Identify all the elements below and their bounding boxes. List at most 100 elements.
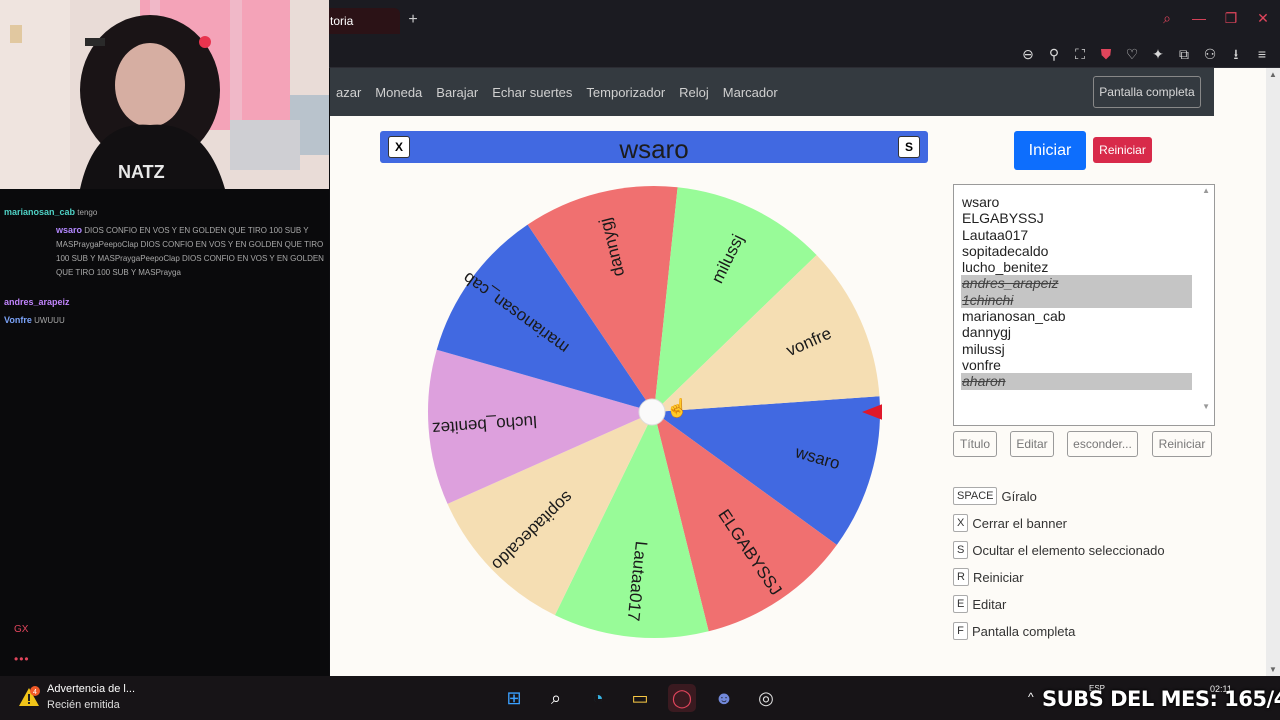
chat-text: UWUUU (34, 316, 65, 325)
window-controls: ⌕ — ❐ ✕ (1160, 10, 1280, 27)
edit-button[interactable]: Editar (1010, 431, 1054, 457)
fullscreen-button[interactable]: Pantalla completa (1093, 76, 1201, 108)
zoom-out-icon[interactable]: ⊖ (1020, 44, 1036, 64)
name-entry[interactable]: lucho_benitez (961, 259, 1192, 275)
name-entry[interactable]: andres_arapeiz (961, 275, 1192, 292)
nav-link[interactable]: azar (336, 85, 361, 100)
nav-link[interactable]: Marcador (723, 85, 778, 100)
shortcut-row: E Editar (953, 595, 1006, 615)
edge-browser-icon[interactable]: ◔ (584, 684, 612, 712)
gx-icon[interactable]: GX (14, 624, 28, 635)
scroll-down-icon[interactable]: ▼ (1269, 665, 1277, 674)
chat-text: DIOS CONFIO EN VOS Y EN GOLDEN QUE TIRO … (56, 226, 324, 277)
pin-icon[interactable]: ⚲ (1046, 44, 1062, 64)
plus-icon[interactable]: + (404, 11, 422, 29)
nav-link[interactable]: Moneda (375, 85, 422, 100)
webcam-overlay: NATZ (0, 0, 329, 189)
start-button[interactable]: Iniciar (1014, 131, 1086, 170)
title-banner: wsaro X S (380, 131, 928, 164)
shortcut-label: Editar (972, 596, 1007, 612)
subs-overlay: SUBS DEL MES: 165/470 (1042, 687, 1280, 711)
shortcut-key: SPACE (953, 487, 998, 505)
hide-selected-button[interactable]: S (898, 136, 920, 158)
chat-message: marianosan_cab tengo (4, 205, 324, 220)
shortcut-key: X (953, 514, 969, 532)
minimize-icon[interactable]: — (1192, 10, 1206, 27)
shortcut-label: Ocultar el elemento seleccionado (972, 542, 1165, 558)
shortcut-key: R (953, 568, 969, 586)
name-entry[interactable]: wsaro (961, 194, 1192, 210)
nav-link[interactable]: Temporizador (586, 85, 665, 100)
name-entry[interactable]: ELGABYSSJ (961, 210, 1192, 226)
list-reset-button[interactable]: Reiniciar (1152, 431, 1212, 457)
restore-icon[interactable]: ❐ (1224, 10, 1238, 27)
name-entry[interactable]: vonfre (961, 357, 1192, 373)
obs-icon[interactable]: ◎ (752, 684, 780, 712)
tray-expand-icon[interactable]: ^ (1028, 690, 1034, 704)
wheel-hub[interactable] (638, 398, 666, 426)
chat-username[interactable]: Vonfre (4, 315, 32, 325)
warning-icon[interactable]: 4 (18, 686, 40, 708)
shortcut-label: Gíralo (1001, 488, 1037, 504)
name-entry[interactable]: milussj (961, 341, 1192, 357)
close-banner-button[interactable]: X (388, 136, 410, 158)
name-entry[interactable]: dannygj (961, 324, 1192, 340)
snapshot-icon[interactable]: ⛶ (1072, 44, 1088, 64)
search-icon[interactable]: ⌕ (1160, 10, 1174, 27)
nav-links: azar Moneda Barajar Echar suertes Temporizad… (336, 85, 778, 100)
reset-button[interactable]: Reiniciar (1093, 137, 1152, 163)
svg-text:4: 4 (33, 689, 37, 696)
file-explorer-icon[interactable]: ▭ (626, 684, 654, 712)
nav-link[interactable]: Barajar (436, 85, 478, 100)
notification-subtitle: Recién emitida (47, 699, 120, 711)
name-entry[interactable]: aharon (961, 373, 1192, 390)
list-controls: Título Editar esconder... Reiniciar (953, 431, 1215, 457)
menu-icon[interactable]: ≡ (1254, 44, 1270, 64)
shortcut-key: F (953, 622, 968, 640)
chat-username[interactable]: marianosan_cab (4, 207, 75, 217)
name-entry[interactable]: sopitadecaldo (961, 243, 1192, 259)
notification-title[interactable]: Advertencia de l... (47, 683, 135, 695)
shortcut-label: Pantalla completa (972, 623, 1076, 639)
discord-icon[interactable]: ☻ (710, 684, 738, 712)
close-icon[interactable]: ✕ (1256, 10, 1270, 27)
shield-icon[interactable]: ⛊ (1098, 44, 1114, 64)
banner-title: wsaro (619, 134, 689, 164)
nav-link[interactable]: Echar suertes (492, 85, 572, 100)
names-textarea[interactable]: ▲ ▼ wsaro ELGABYSSJ Lautaa017 sopitadecaldo… (953, 184, 1215, 426)
hand-cursor-icon: ☝ (666, 397, 688, 419)
scroll-down-icon[interactable]: ▼ (1202, 402, 1210, 411)
shortcut-row: F Pantalla completa (953, 622, 1075, 642)
shortcut-label: Cerrar el banner (972, 515, 1067, 531)
shortcut-key: E (953, 595, 969, 613)
opera-gx-icon[interactable]: ◯ (668, 684, 696, 712)
download-icon[interactable]: ⭳ (1228, 44, 1244, 64)
chat-username[interactable]: wsaro (56, 225, 82, 235)
name-entry[interactable]: Lautaa017 (961, 227, 1192, 243)
search-icon[interactable]: ⌕ (542, 684, 570, 712)
hide-button[interactable]: esconder... (1067, 431, 1138, 457)
profile-icon[interactable]: ⚇ (1202, 44, 1218, 64)
name-entry[interactable]: marianosan_cab (961, 308, 1192, 324)
chat-message: andres_arapeiz (4, 295, 324, 310)
chat-message: Vonfre UWUUU (4, 313, 324, 328)
extensions-icon[interactable]: ⧉ (1176, 44, 1192, 64)
browser-tab-label: toria (330, 14, 354, 28)
scroll-up-icon[interactable]: ▲ (1269, 70, 1277, 79)
more-icon[interactable]: ••• (14, 652, 30, 666)
scroll-up-icon[interactable]: ▲ (1202, 186, 1210, 195)
stream-chat: marianosan_cab tengo wsaro DIOS CONFIO EN… (0, 189, 329, 676)
shortcut-row: R Reiniciar (953, 568, 1024, 588)
spin-wheel[interactable]: wsaroELGABYSSJLautaa017sopitadecaldoluch… (426, 184, 882, 640)
chat-text: tengo (77, 208, 98, 217)
heart-icon[interactable]: ♡ (1124, 44, 1140, 64)
page-scrollbar[interactable]: ▲ ▼ (1266, 68, 1280, 676)
windows-start-icon[interactable]: ⊞ (500, 684, 528, 712)
shortcut-row: S Ocultar el elemento seleccionado (953, 541, 1165, 561)
chat-username[interactable]: andres_arapeiz (4, 297, 70, 307)
title-button[interactable]: Título (953, 431, 997, 457)
nav-link[interactable]: Reloj (679, 85, 709, 100)
name-entry[interactable]: 1chinchi (961, 291, 1192, 309)
gear-icon[interactable]: ✦ (1150, 44, 1166, 64)
opera-sidebar: GX ••• (0, 480, 42, 676)
